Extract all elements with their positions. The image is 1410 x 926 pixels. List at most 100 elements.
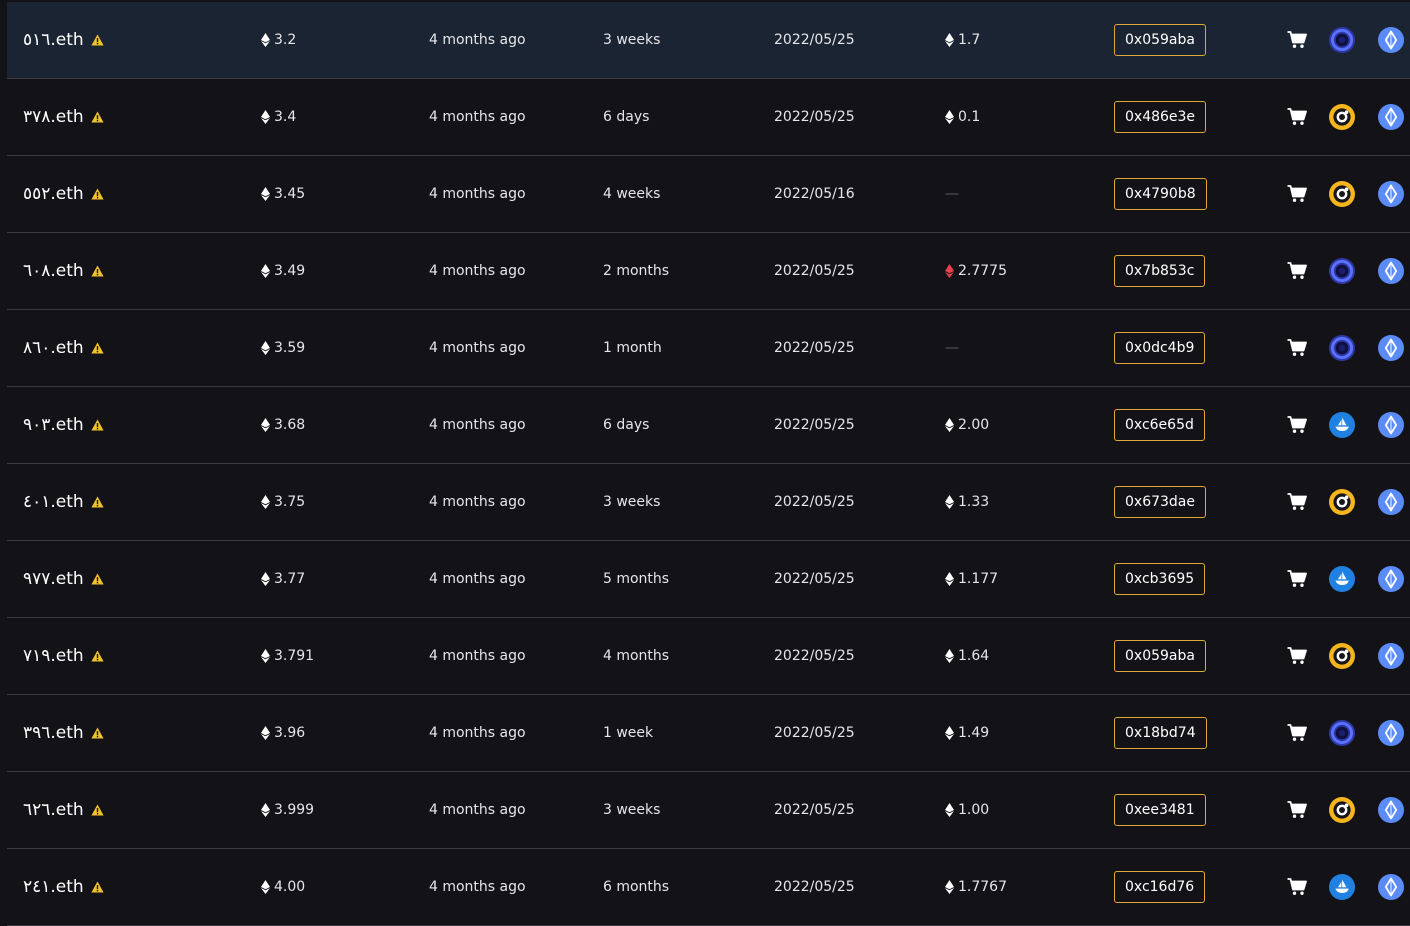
domain-name-cell[interactable]: ٢٤١.eth [23, 849, 104, 925]
warning-icon [91, 419, 104, 431]
domain-name[interactable]: ٩٠٣.eth [23, 415, 84, 435]
table-row[interactable]: ٦٠٨.eth 3.49 4 months ago 2 months 2022/… [7, 233, 1410, 310]
domain-name[interactable]: ٧١٩.eth [23, 646, 84, 666]
table-row[interactable]: ٨٦٠.eth 3.59 4 months ago 1 month 2022/0… [7, 310, 1410, 387]
domain-name-cell[interactable]: ٧١٩.eth [23, 618, 104, 694]
table-row[interactable]: ٤٠١.eth 3.75 4 months ago 3 weeks 2022/0… [7, 464, 1410, 541]
owner-address-button[interactable]: 0x059aba [1114, 24, 1206, 56]
domain-name-cell[interactable]: ٩٧٧.eth [23, 541, 104, 617]
domain-name-cell[interactable]: ٣٧٨.eth [23, 79, 104, 155]
x2y2-icon[interactable] [1329, 104, 1355, 130]
ens-icon[interactable] [1378, 412, 1404, 438]
warning-icon [91, 727, 104, 739]
table-row[interactable]: ٢٤١.eth 4.00 4 months ago 6 months 2022/… [7, 849, 1410, 926]
domain-name[interactable]: ٨٦٠.eth [23, 338, 84, 358]
owner-address-button[interactable]: 0x4790b8 [1114, 178, 1207, 210]
domain-name-cell[interactable]: ٣٩٦.eth [23, 695, 104, 771]
table-row[interactable]: ٥١٦.eth 3.2 4 months ago 3 weeks 2022/05… [7, 2, 1410, 79]
owner-address-button[interactable]: 0x486e3e [1114, 101, 1207, 133]
ens-icon[interactable] [1378, 720, 1404, 746]
cart-icon[interactable] [1287, 339, 1307, 357]
ens-icon[interactable] [1378, 258, 1404, 284]
last-sale-value: 1.64 [958, 648, 990, 664]
owner-address-button[interactable]: 0x673dae [1114, 486, 1206, 518]
looksrare-icon[interactable] [1329, 720, 1355, 746]
cart-icon[interactable] [1287, 185, 1307, 203]
cart-icon[interactable] [1287, 108, 1307, 126]
domain-name[interactable]: ٣٩٦.eth [23, 723, 84, 743]
ens-icon[interactable] [1378, 566, 1404, 592]
ens-icon[interactable] [1378, 104, 1404, 130]
domain-name[interactable]: ٦٢٦.eth [23, 800, 84, 820]
ens-cell [1378, 618, 1404, 694]
cart-icon[interactable] [1287, 801, 1307, 819]
price-value: 3.59 [274, 340, 306, 356]
table-row[interactable]: ٣٧٨.eth 3.4 4 months ago 6 days 2022/05/… [7, 79, 1410, 156]
looksrare-icon[interactable] [1329, 27, 1355, 53]
cart-icon[interactable] [1287, 493, 1307, 511]
domain-name-cell[interactable]: ٦٠٨.eth [23, 233, 104, 309]
table-row[interactable]: ٩٧٧.eth 3.77 4 months ago 5 months 2022/… [7, 541, 1410, 618]
x2y2-icon[interactable] [1329, 643, 1355, 669]
domain-name-cell[interactable]: ٨٦٠.eth [23, 310, 104, 386]
domain-name-cell[interactable]: ٦٢٦.eth [23, 772, 104, 848]
owner-address-button[interactable]: 0xcb3695 [1114, 563, 1206, 595]
domain-name[interactable]: ٥١٦.eth [23, 30, 84, 50]
ens-cell [1378, 695, 1404, 771]
cart-cell [1287, 2, 1307, 78]
ens-icon[interactable] [1378, 181, 1404, 207]
warning-icon [91, 804, 104, 816]
table-row[interactable]: ٣٩٦.eth 3.96 4 months ago 1 week 2022/05… [7, 695, 1410, 772]
domain-name[interactable]: ٦٠٨.eth [23, 261, 84, 281]
x2y2-icon[interactable] [1329, 797, 1355, 823]
ens-icon[interactable] [1378, 335, 1404, 361]
last-sale-cell: 1.177 [945, 541, 998, 617]
domain-name[interactable]: ٢٤١.eth [23, 877, 84, 897]
opensea-icon[interactable] [1329, 412, 1355, 438]
owner-cell: 0x0dc4b9 [1114, 310, 1206, 386]
ens-icon[interactable] [1378, 643, 1404, 669]
owner-address-button[interactable]: 0xc6e65d [1114, 409, 1205, 441]
owner-address-button[interactable]: 0x18bd74 [1114, 717, 1207, 749]
last-sale-value: 1.49 [958, 725, 990, 741]
cart-icon[interactable] [1287, 878, 1307, 896]
ens-icon[interactable] [1378, 27, 1404, 53]
domain-name[interactable]: ٩٧٧.eth [23, 569, 84, 589]
cart-icon[interactable] [1287, 416, 1307, 434]
domain-name-cell[interactable]: ٥٥٢.eth [23, 156, 104, 232]
ens-icon[interactable] [1378, 874, 1404, 900]
domain-name-cell[interactable]: ٩٠٣.eth [23, 387, 104, 463]
looksrare-icon[interactable] [1329, 335, 1355, 361]
domain-name[interactable]: ٥٥٢.eth [23, 184, 84, 204]
domain-listings-table: ٥١٦.eth 3.2 4 months ago 3 weeks 2022/05… [7, 2, 1410, 926]
listed-time: 4 months ago [429, 802, 526, 818]
ens-icon[interactable] [1378, 489, 1404, 515]
table-row[interactable]: ٥٥٢.eth 3.45 4 months ago 4 weeks 2022/0… [7, 156, 1410, 233]
owner-address-button[interactable]: 0xee3481 [1114, 794, 1206, 826]
cart-icon[interactable] [1287, 570, 1307, 588]
last-sale-cell: 1.7 [945, 2, 980, 78]
domain-name[interactable]: ٤٠١.eth [23, 492, 84, 512]
cart-icon[interactable] [1287, 262, 1307, 280]
x2y2-icon[interactable] [1329, 489, 1355, 515]
looksrare-icon[interactable] [1329, 258, 1355, 284]
domain-name-cell[interactable]: ٤٠١.eth [23, 464, 104, 540]
owner-address-button[interactable]: 0x0dc4b9 [1114, 332, 1206, 364]
cart-icon[interactable] [1287, 724, 1307, 742]
owner-address-button[interactable]: 0xc16d76 [1114, 871, 1206, 903]
table-row[interactable]: ٦٢٦.eth 3.999 4 months ago 3 weeks 2022/… [7, 772, 1410, 849]
table-row[interactable]: ٩٠٣.eth 3.68 4 months ago 6 days 2022/05… [7, 387, 1410, 464]
x2y2-icon[interactable] [1329, 181, 1355, 207]
ens-icon[interactable] [1378, 797, 1404, 823]
cart-icon[interactable] [1287, 647, 1307, 665]
owner-address-button[interactable]: 0x7b853c [1114, 255, 1206, 287]
opensea-icon[interactable] [1329, 874, 1355, 900]
domain-name-cell[interactable]: ٥١٦.eth [23, 2, 104, 78]
opensea-icon[interactable] [1329, 566, 1355, 592]
cart-icon[interactable] [1287, 31, 1307, 49]
domain-name[interactable]: ٣٧٨.eth [23, 107, 84, 127]
eth-icon [945, 803, 954, 817]
table-row[interactable]: ٧١٩.eth 3.791 4 months ago 4 months 2022… [7, 618, 1410, 695]
owner-address-button[interactable]: 0x059aba [1114, 640, 1206, 672]
cart-cell [1287, 541, 1307, 617]
